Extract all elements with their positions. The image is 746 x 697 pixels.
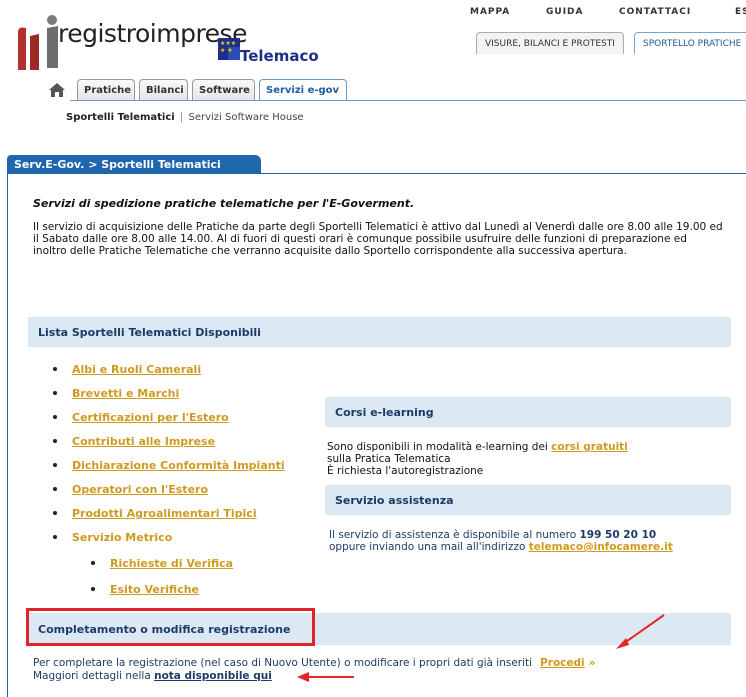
sportello-link-certificazioni[interactable]: Certificazioni per l'Estero xyxy=(72,411,229,424)
telemaco-label: Telemaco xyxy=(240,47,319,65)
sportello-link-esito-verifiche[interactable]: Esito Verifiche xyxy=(110,583,199,596)
assistenza-phone: 199 50 20 10 xyxy=(579,529,657,541)
intro-title: Servizi di spedizione pratiche telematic… xyxy=(33,197,415,210)
section-title-tab: Serv.E-Gov. > Sportelli Telematici xyxy=(7,155,261,174)
tab-visure[interactable]: VISURE, BILANCI E PROTESTI xyxy=(476,32,624,54)
elearning-line3: È richiesta l'autoregistrazione xyxy=(327,465,484,477)
elearning-header: Corsi e-learning xyxy=(325,397,731,427)
tab-sportello-pratiche[interactable]: SPORTELLO PRATICHE xyxy=(634,32,746,54)
sportello-link-dichiarazione[interactable]: Dichiarazione Conformità Impianti xyxy=(72,459,285,472)
sportello-link-contributi[interactable]: Contributi alle Imprese xyxy=(72,435,215,448)
sportello-link-albi[interactable]: Albi e Ruoli Camerali xyxy=(72,363,201,376)
assistenza-text: Il servizio di assistenza è disponibile … xyxy=(329,529,729,553)
completamento-line1: Per completare la registrazione (nel cas… xyxy=(33,657,595,669)
email-link[interactable]: telemaco@infocamere.it xyxy=(529,541,673,553)
assistenza-line1: Il servizio di assistenza è disponibile … xyxy=(329,529,580,541)
subnav-sportelli-telematici[interactable]: Sportelli Telematici xyxy=(66,112,175,123)
highlight-box xyxy=(26,608,315,646)
red-arrow-icon xyxy=(297,672,354,682)
nav-mappa-link[interactable]: MAPPA xyxy=(470,7,510,17)
sportello-label-metrico: Servizio Metrico xyxy=(72,531,173,544)
elearning-line1: Sono disponibili in modalità e-learning … xyxy=(327,441,552,453)
completamento-text: Per completare la registrazione (nel cas… xyxy=(33,657,533,669)
nav-guida-link[interactable]: GUIDA xyxy=(546,7,583,17)
registroimprese-logo-icon xyxy=(18,15,58,70)
corsi-gratuiti-link[interactable]: corsi gratuiti xyxy=(551,441,628,453)
sportello-link-operatori[interactable]: Operatori con l'Estero xyxy=(72,483,208,496)
raquo-icon: » xyxy=(588,657,596,669)
sportello-link-prodotti[interactable]: Prodotti Agroalimentari Tipici xyxy=(72,507,257,520)
home-icon[interactable] xyxy=(48,82,66,98)
tab-pratiche[interactable]: Pratiche xyxy=(77,79,135,101)
assistenza-header: Servizio assistenza xyxy=(325,485,731,515)
procedi-link[interactable]: Procedi xyxy=(540,657,585,669)
nav-esci-link[interactable]: ESCI xyxy=(735,7,746,17)
assistenza-line2: oppure inviando una mail all'indirizzo xyxy=(329,541,529,553)
tab-servizi-egov[interactable]: Servizi e-gov xyxy=(259,79,347,101)
subnav-servizi-software-house[interactable]: Servizi Software House xyxy=(188,112,303,123)
lista-sportelli-header: Lista Sportelli Telematici Disponibili xyxy=(28,317,731,347)
tab-software[interactable]: Software xyxy=(192,79,255,101)
nota-link[interactable]: nota disponibile qui xyxy=(154,670,272,682)
nav-contattaci-link[interactable]: CONTATTACI xyxy=(619,7,691,17)
eu-stars-icon: ★★★ ★ ★ xyxy=(220,40,237,54)
sportello-link-richieste-verifica[interactable]: Richieste di Verifica xyxy=(110,557,233,570)
intro-text: Il servizio di acquisizione delle Pratic… xyxy=(33,221,723,257)
subnav-separator: | xyxy=(179,112,184,123)
tab-divider xyxy=(70,100,746,101)
completamento-line2: Maggiori dettagli nella nota disponibile… xyxy=(33,670,272,682)
elearning-line2: sulla Pratica Telematica xyxy=(327,453,451,465)
elearning-text: Sono disponibili in modalità e-learning … xyxy=(327,441,727,477)
dettagli-text: Maggiori dettagli nella xyxy=(33,670,155,682)
sportello-link-brevetti[interactable]: Brevetti e Marchi xyxy=(72,387,179,400)
sub-nav: Sportelli Telematici | Servizi Software … xyxy=(66,112,304,123)
tab-bilanci[interactable]: Bilanci xyxy=(139,79,188,101)
red-arrow-icon xyxy=(616,614,665,649)
